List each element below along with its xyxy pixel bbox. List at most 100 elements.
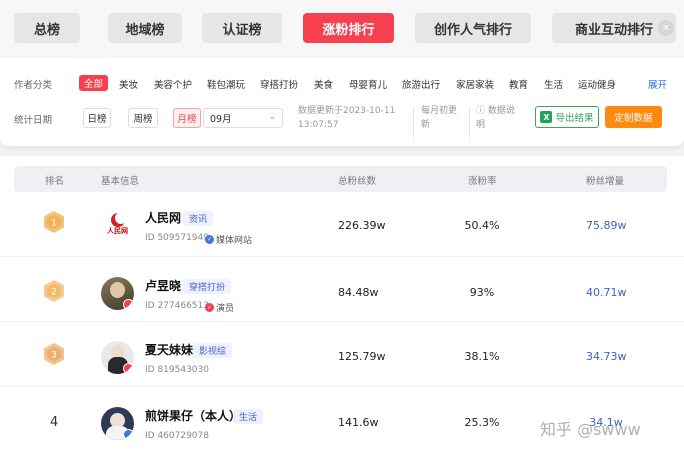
expand-link[interactable]: 展开 bbox=[648, 77, 667, 91]
header-total-fans: 总粉丝数 bbox=[338, 176, 377, 187]
tab-overall[interactable]: 总榜 bbox=[14, 13, 80, 43]
total-fans: 141.6w bbox=[338, 416, 379, 429]
chevron-down-icon: ⌄ bbox=[268, 112, 276, 122]
custom-data-button[interactable]: 定制数据 bbox=[605, 106, 662, 128]
total-fans: 125.79w bbox=[338, 350, 386, 363]
category-life[interactable]: 生活 bbox=[544, 77, 563, 91]
growth-rate: 93% bbox=[469, 286, 495, 299]
verified-badge bbox=[123, 363, 134, 374]
growth-rate: 38.1% bbox=[464, 350, 500, 363]
header-rank: 排名 bbox=[45, 176, 65, 187]
category-education[interactable]: 教育 bbox=[509, 77, 528, 91]
table-row[interactable]: 1 人民网 人民网 资讯 ID 509571949 ✓ 媒体网站 226.39w… bbox=[0, 192, 684, 257]
category-tag: 影视综 bbox=[193, 343, 233, 358]
avatar[interactable]: 人民网 bbox=[101, 208, 134, 241]
author-name[interactable]: 人民网 bbox=[145, 209, 181, 226]
total-fans: 226.39w bbox=[338, 219, 386, 232]
data-explain[interactable]: ⓘ 数据说 明 bbox=[476, 104, 515, 132]
verified-icon: ✓ bbox=[205, 303, 214, 312]
ranking-table: 排名 基本信息 总粉丝数 涨粉率 粉丝增量 1 人民网 人民网 资讯 ID 50… bbox=[0, 156, 684, 456]
data-explain-line1: 数据说 bbox=[487, 106, 515, 116]
category-all[interactable]: 全部 bbox=[79, 75, 109, 91]
category-food[interactable]: 美食 bbox=[314, 77, 333, 91]
week-chip[interactable]: 周榜 bbox=[128, 108, 158, 128]
gold-medal-icon: 1 bbox=[44, 211, 64, 233]
header-growth-rate: 涨粉率 bbox=[468, 176, 497, 187]
certification: ✓ 媒体网站 bbox=[205, 233, 252, 246]
update-note: 每月初更 新 bbox=[421, 104, 457, 132]
rank-number: 4 bbox=[50, 415, 59, 430]
data-explain-line2: 明 bbox=[476, 120, 486, 130]
category-makeup[interactable]: 美妆 bbox=[119, 77, 138, 91]
total-fans: 84.48w bbox=[338, 286, 379, 299]
fan-increase: 34.73w bbox=[586, 350, 627, 363]
author-id: ID 819543030 bbox=[145, 365, 209, 375]
category-fashion[interactable]: 穿搭打扮 bbox=[260, 77, 298, 91]
update-note-line2: 新 bbox=[421, 120, 431, 130]
category-tag: 生活 bbox=[233, 409, 264, 424]
category-shoes-bags[interactable]: 鞋包潮玩 bbox=[207, 77, 245, 91]
growth-rate: 50.4% bbox=[464, 219, 500, 232]
author-name[interactable]: 卢昱晓 bbox=[145, 277, 181, 294]
rank-label: 1 bbox=[51, 219, 57, 229]
divider bbox=[469, 108, 470, 138]
month-select-value: 09月 bbox=[210, 114, 232, 125]
growth-rate: 25.3% bbox=[464, 416, 500, 429]
certification-label: 演员 bbox=[216, 304, 235, 314]
fan-increase: 75.89w bbox=[586, 219, 627, 232]
author-id: ID 277466513 bbox=[145, 301, 209, 311]
people-daily-logo: 人民网 bbox=[107, 212, 128, 235]
date-label: 统计日期 bbox=[14, 115, 53, 126]
update-note-line1: 每月初更 bbox=[421, 106, 458, 116]
certification-label: 媒体网站 bbox=[216, 236, 253, 246]
category-sports[interactable]: 运动健身 bbox=[578, 77, 616, 91]
table-header: 排名 基本信息 总粉丝数 涨粉率 粉丝增量 bbox=[14, 166, 667, 192]
excel-icon: X bbox=[540, 111, 553, 123]
table-row[interactable]: 3 夏天妹妹 影视综 ID 819543030 125.79w 38.1% 34… bbox=[0, 322, 684, 387]
update-time: 数据更新于2023-10-11 13:07:57 bbox=[298, 104, 395, 132]
tab-fan-growth[interactable]: 涨粉排行 bbox=[303, 13, 394, 43]
update-time-line2: 13:07:57 bbox=[298, 120, 339, 130]
rank-label: 3 bbox=[51, 351, 57, 361]
divider bbox=[413, 108, 414, 138]
category-beauty-care[interactable]: 美容个护 bbox=[154, 77, 192, 91]
category-tag: 穿搭打扮 bbox=[183, 279, 232, 294]
author-name[interactable]: 煎饼果仔（本人） bbox=[145, 407, 241, 424]
tab-certified[interactable]: 认证榜 bbox=[202, 13, 282, 43]
filter-panel: 作者分类 全部 美妆 美容个护 鞋包潮玩 穿搭打扮 美食 母婴育儿 旅游出行 家… bbox=[0, 58, 684, 146]
rank-label: 2 bbox=[51, 288, 57, 298]
export-button[interactable]: X 导出结果 bbox=[535, 106, 599, 128]
tab-creator-popularity[interactable]: 创作人气排行 bbox=[415, 13, 531, 43]
month-select[interactable]: 09月 ⌄ bbox=[203, 108, 283, 128]
close-icon[interactable]: ✕ bbox=[658, 20, 674, 36]
avatar[interactable] bbox=[101, 341, 134, 374]
author-id: ID 460729078 bbox=[145, 431, 209, 441]
ranking-tabs: 总榜 地域榜 认证榜 涨粉排行 创作人气排行 商业互动排行 ✕ bbox=[0, 0, 684, 58]
export-button-label: 导出结果 bbox=[555, 113, 594, 124]
category-home[interactable]: 家居家装 bbox=[456, 77, 494, 91]
author-name[interactable]: 夏天妹妹 bbox=[145, 341, 193, 358]
category-tag: 资讯 bbox=[183, 211, 214, 226]
table-row[interactable]: 2 卢昱晓 穿搭打扮 ID 277466513 ✓ 演员 84.48w 93% … bbox=[0, 257, 684, 322]
update-time-line1: 数据更新于2023-10-11 bbox=[298, 106, 396, 116]
verified-icon: ✓ bbox=[205, 235, 214, 244]
silver-medal-icon: 2 bbox=[44, 280, 64, 302]
category-label: 作者分类 bbox=[14, 80, 53, 91]
category-travel[interactable]: 旅游出行 bbox=[402, 77, 440, 91]
fan-increase: 40.71w bbox=[586, 286, 627, 299]
category-parenting[interactable]: 母婴育儿 bbox=[349, 77, 387, 91]
month-chip[interactable]: 月榜 bbox=[173, 108, 201, 128]
day-chip[interactable]: 日榜 bbox=[83, 108, 111, 128]
certification: ✓ 演员 bbox=[205, 301, 234, 314]
header-info: 基本信息 bbox=[101, 176, 140, 187]
verified-badge bbox=[123, 299, 134, 310]
bronze-medal-icon: 3 bbox=[44, 343, 64, 365]
author-id: ID 509571949 bbox=[145, 233, 209, 243]
verified-badge bbox=[123, 429, 134, 440]
help-icon: ⓘ bbox=[476, 106, 488, 116]
avatar[interactable] bbox=[101, 407, 134, 440]
svg-text:人民网: 人民网 bbox=[107, 226, 128, 235]
watermark: 知乎 @swww bbox=[540, 420, 641, 439]
avatar[interactable] bbox=[101, 277, 134, 310]
tab-region[interactable]: 地域榜 bbox=[108, 13, 182, 43]
